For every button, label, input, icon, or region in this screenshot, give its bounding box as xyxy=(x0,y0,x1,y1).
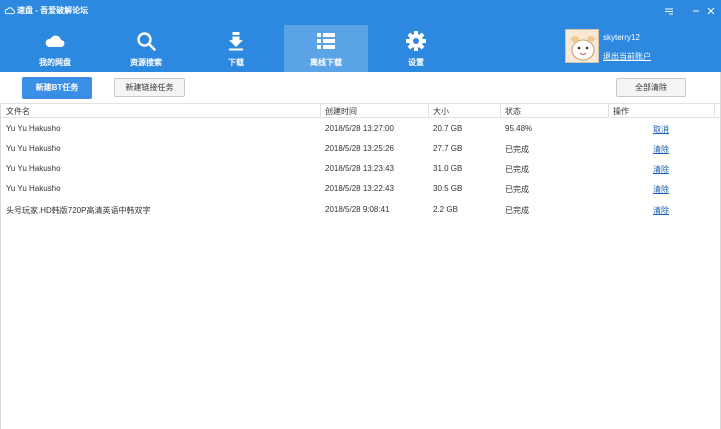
close-icon[interactable] xyxy=(704,4,718,18)
nav-label: 下载 xyxy=(228,58,244,67)
cell-size: 2.2 GB xyxy=(433,205,458,214)
table-row[interactable]: Yu Yu Hakusho 2018/5/28 13:23:43 31.0 GB… xyxy=(0,159,721,179)
cell-status: 已完成 xyxy=(505,185,529,194)
column-divider[interactable] xyxy=(320,104,321,118)
nav-my-disk[interactable]: 我的网盘 xyxy=(13,25,97,72)
clear-all-button[interactable]: 全部清除 xyxy=(616,78,686,97)
cell-filename: 头号玩家.HD韩版720P高清英语中韩双字 xyxy=(6,206,151,215)
nav-label: 设置 xyxy=(408,58,424,67)
list-icon xyxy=(317,33,335,49)
column-header-size[interactable]: 大小 xyxy=(433,106,449,117)
cell-created: 2018/5/28 13:27:00 xyxy=(325,124,394,133)
table-header: 文件名 创建时间 大小 状态 操作 xyxy=(0,103,721,118)
clear-link[interactable]: 清除 xyxy=(653,164,669,175)
cell-size: 27.7 GB xyxy=(433,144,463,153)
cell-status: 95.48% xyxy=(505,124,533,133)
table-row[interactable]: 头号玩家.HD韩版720P高清英语中韩双字 2018/5/28 9:08:41 … xyxy=(0,200,721,220)
window-title: 速盘 - 吾爱破解论坛 xyxy=(17,6,89,15)
gear-icon xyxy=(406,31,426,51)
column-divider[interactable] xyxy=(714,104,715,118)
cell-size: 30.5 GB xyxy=(433,184,463,193)
nav-settings[interactable]: 设置 xyxy=(374,25,458,72)
nav-label: 离线下载 xyxy=(310,58,342,67)
clear-link[interactable]: 清除 xyxy=(653,184,669,195)
cell-status: 已完成 xyxy=(505,165,529,174)
column-divider[interactable] xyxy=(500,104,501,118)
new-bt-task-button[interactable]: 新建BT任务 xyxy=(22,77,92,99)
column-header-created[interactable]: 创建时间 xyxy=(325,106,357,117)
table-row[interactable]: Yu Yu Hakusho 2018/5/28 13:25:26 27.7 GB… xyxy=(0,139,721,159)
avatar-image-icon xyxy=(566,30,598,62)
nav-download[interactable]: 下载 xyxy=(194,25,278,72)
column-divider[interactable] xyxy=(608,104,609,118)
nav-label: 资源搜索 xyxy=(130,58,162,67)
clear-link[interactable]: 清除 xyxy=(653,205,669,216)
minimize-icon[interactable] xyxy=(689,4,703,18)
new-link-task-button[interactable]: 新建链接任务 xyxy=(114,78,185,97)
download-icon xyxy=(229,32,243,51)
cell-size: 31.0 GB xyxy=(433,164,463,173)
cell-created: 2018/5/28 13:23:43 xyxy=(325,164,394,173)
column-header-action[interactable]: 操作 xyxy=(613,106,629,117)
table-row[interactable]: Yu Yu Hakusho 2018/5/28 13:27:00 20.7 GB… xyxy=(0,119,721,139)
clear-link[interactable]: 清除 xyxy=(653,144,669,155)
cancel-link[interactable]: 取消 xyxy=(653,124,669,135)
nav-resource-search[interactable]: 资源搜索 xyxy=(104,25,188,72)
username: skyterry12 xyxy=(603,33,640,42)
column-header-status[interactable]: 状态 xyxy=(505,106,521,117)
panel-left-border xyxy=(0,103,1,429)
app-cloud-icon xyxy=(4,7,15,15)
nav-offline-download[interactable]: 离线下载 xyxy=(284,25,368,72)
avatar[interactable] xyxy=(565,29,599,63)
title-bar[interactable]: 速盘 - 吾爱破解论坛 xyxy=(0,0,721,24)
cloud-icon xyxy=(45,35,65,47)
cell-created: 2018/5/28 13:25:26 xyxy=(325,144,394,153)
cell-filename: Yu Yu Hakusho xyxy=(6,184,61,193)
app-header: 速盘 - 吾爱破解论坛 我的网盘 资源搜索 下载 离线下载 设置 skyterr… xyxy=(0,0,721,72)
nav-label: 我的网盘 xyxy=(39,58,71,67)
cell-filename: Yu Yu Hakusho xyxy=(6,124,61,133)
cell-size: 20.7 GB xyxy=(433,124,463,133)
menu-icon[interactable] xyxy=(662,4,676,18)
cell-filename: Yu Yu Hakusho xyxy=(6,164,61,173)
logout-link[interactable]: 退出当前账户 xyxy=(603,51,651,62)
cell-created: 2018/5/28 9:08:41 xyxy=(325,205,390,214)
cell-status: 已完成 xyxy=(505,145,529,154)
column-header-filename[interactable]: 文件名 xyxy=(6,106,30,117)
cell-filename: Yu Yu Hakusho xyxy=(6,144,61,153)
cell-created: 2018/5/28 13:22:43 xyxy=(325,184,394,193)
table-row[interactable]: Yu Yu Hakusho 2018/5/28 13:22:43 30.5 GB… xyxy=(0,179,721,199)
cell-status: 已完成 xyxy=(505,206,529,215)
search-icon xyxy=(137,32,156,51)
column-divider[interactable] xyxy=(428,104,429,118)
